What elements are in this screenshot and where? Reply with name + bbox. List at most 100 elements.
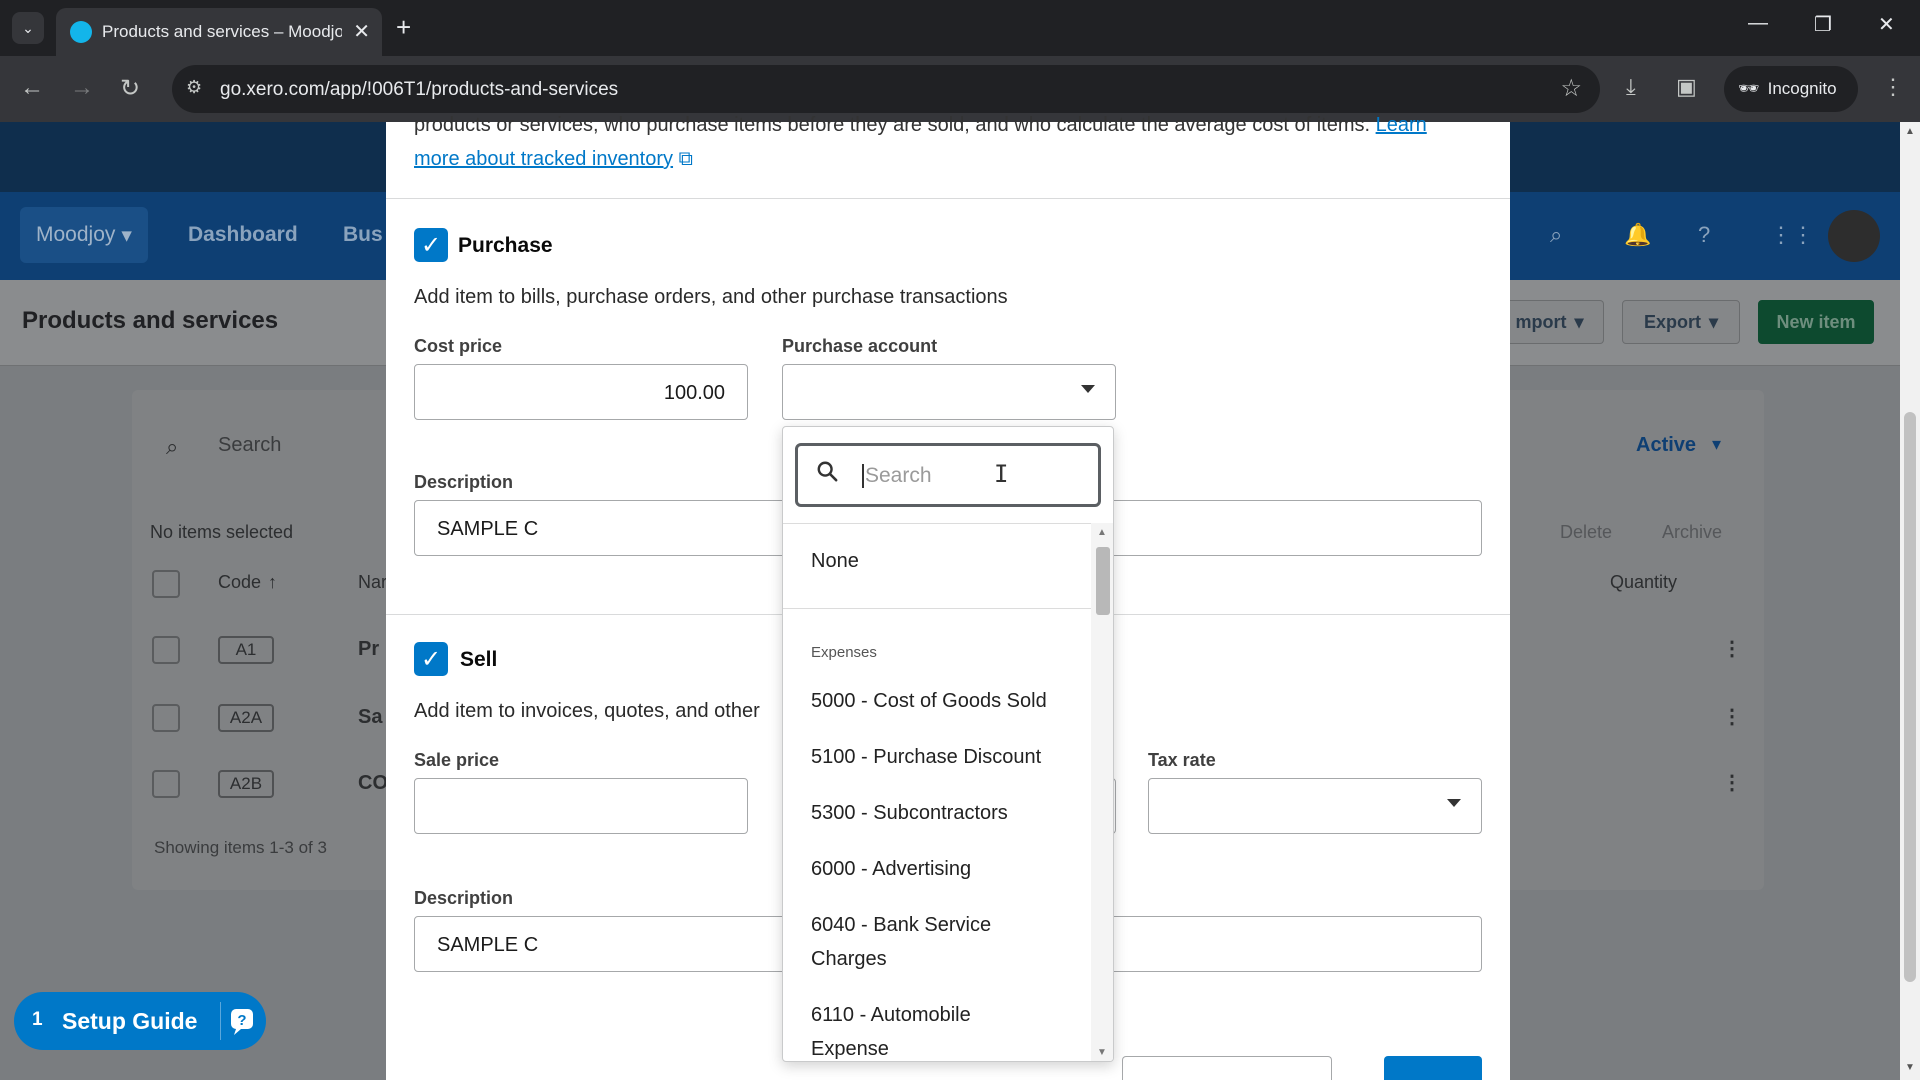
row-checkbox[interactable]: [152, 770, 180, 798]
delete-button[interactable]: Delete: [1560, 522, 1612, 543]
sell-description-label: Description: [414, 888, 514, 908]
tab-search-button[interactable]: ⌄: [12, 12, 44, 44]
download-icon[interactable]: ⤓: [1626, 74, 1636, 100]
new-tab-button[interactable]: +: [396, 12, 411, 43]
row-more-icon[interactable]: ⋮: [1722, 636, 1742, 661]
account-option[interactable]: 5100 - Purchase Discount: [811, 740, 1071, 774]
dropdown-scrollbar[interactable]: ▲ ▼: [1091, 523, 1113, 1061]
scroll-down-icon[interactable]: ▼: [1097, 1047, 1107, 1058]
help-icon[interactable]: ?: [1698, 222, 1710, 248]
import-label: mport: [1515, 311, 1567, 332]
minimize-window-button[interactable]: —: [1748, 12, 1768, 35]
external-link-icon: ⧉: [678, 148, 693, 170]
sell-checkbox[interactable]: ✓: [414, 642, 448, 676]
row-checkbox[interactable]: [152, 704, 180, 732]
bell-icon[interactable]: 🔔: [1624, 222, 1651, 248]
side-panel-icon[interactable]: ▣: [1676, 74, 1697, 100]
row-name[interactable]: CO: [358, 772, 388, 795]
search-icon: [817, 461, 838, 482]
browser-tab-active[interactable]: Products and services – Moodjo ✕: [56, 8, 382, 56]
divider: [220, 1002, 221, 1040]
sale-price-input[interactable]: [414, 778, 748, 834]
browser-tab-bar: ⌄ Products and services – Moodjo ✕ + — ❐…: [0, 0, 1920, 56]
address-bar[interactable]: ⚙ go.xero.com/app/!006T1/products-and-se…: [172, 65, 1600, 113]
tax-rate-select[interactable]: [1148, 778, 1482, 834]
learn-more-link[interactable]: Learn: [1376, 114, 1427, 136]
chevron-down-icon: [1447, 799, 1461, 807]
status-filter[interactable]: Active: [1636, 434, 1696, 457]
page-scroll-thumb[interactable]: [1904, 412, 1916, 982]
secondary-footer-button[interactable]: [1122, 1056, 1332, 1080]
account-option[interactable]: 5000 - Cost of Goods Sold: [811, 684, 1071, 718]
purchase-account-select[interactable]: [782, 364, 1116, 420]
search-icon[interactable]: ⌕: [1550, 222, 1562, 248]
org-name: Moodjoy: [36, 223, 116, 246]
export-button[interactable]: Export ▾: [1622, 300, 1740, 344]
save-button[interactable]: [1384, 1056, 1482, 1080]
row-more-icon[interactable]: ⋮: [1722, 770, 1742, 795]
select-all-checkbox[interactable]: [152, 570, 180, 598]
purchase-checkbox[interactable]: ✓: [414, 228, 448, 262]
search-input[interactable]: Search: [218, 434, 281, 457]
export-label: Export: [1643, 311, 1701, 332]
chevron-down-icon: ▾: [1574, 311, 1584, 332]
sell-description-value: SAMPLE C: [437, 934, 539, 956]
close-tab-icon[interactable]: ✕: [353, 19, 370, 44]
site-settings-icon[interactable]: ⚙: [186, 77, 202, 98]
row-name[interactable]: Pr: [358, 638, 379, 661]
account-search-input[interactable]: Search: [862, 464, 932, 488]
nav-dashboard[interactable]: Dashboard: [188, 223, 298, 247]
row-code: A1: [218, 636, 274, 664]
xero-favicon-icon: [70, 21, 92, 43]
row-more-icon[interactable]: ⋮: [1722, 704, 1742, 729]
divider: [386, 198, 1510, 199]
nav-business[interactable]: Bus: [343, 223, 383, 247]
chevron-down-icon: ▾: [1712, 434, 1722, 454]
close-window-button[interactable]: ✕: [1878, 12, 1895, 37]
reload-icon[interactable]: ↻: [120, 74, 140, 103]
tracked-inventory-link[interactable]: more about tracked inventory: [414, 148, 673, 170]
restore-window-button[interactable]: ❐: [1814, 12, 1832, 37]
bookmark-star-icon[interactable]: ☆: [1560, 74, 1582, 103]
page-scrollbar[interactable]: ▲ ▼: [1900, 122, 1920, 1080]
name-column-header[interactable]: Nar: [358, 572, 387, 593]
dropdown-scroll-thumb[interactable]: [1096, 547, 1110, 615]
cost-price-input[interactable]: 100.00: [414, 364, 748, 420]
account-option-none[interactable]: None: [811, 544, 1071, 578]
import-button[interactable]: mport ▾: [1496, 300, 1604, 344]
check-icon: ✓: [420, 231, 442, 259]
back-arrow-icon[interactable]: ←: [20, 74, 44, 102]
showing-count: Showing items 1-3 of 3: [154, 838, 327, 857]
info-line: products or services, who purchase items…: [414, 114, 1371, 136]
scroll-down-icon[interactable]: ▼: [1905, 1062, 1915, 1073]
account-option[interactable]: 6040 - Bank Service Charges: [811, 908, 1031, 976]
text-cursor-icon: I: [994, 460, 1009, 488]
scroll-up-icon[interactable]: ▲: [1905, 126, 1915, 137]
help-chat-icon[interactable]: ?: [226, 1004, 260, 1038]
purchase-description: Add item to bills, purchase orders, and …: [414, 286, 1008, 308]
group-label-expenses: Expenses: [811, 644, 877, 661]
account-option[interactable]: 6000 - Advertising: [811, 852, 1071, 886]
row-code: A2A: [218, 704, 274, 732]
org-switcher-button[interactable]: Moodjoy ▾: [20, 207, 148, 263]
forward-arrow-icon[interactable]: →: [70, 74, 94, 102]
purchase-description-label: Description: [414, 472, 514, 492]
apps-grid-icon[interactable]: ⋮⋮: [1770, 222, 1814, 248]
setup-guide-button[interactable]: 1 Setup Guide ?: [14, 992, 266, 1050]
tax-rate-label: Tax rate: [1148, 750, 1216, 770]
svg-text:?: ?: [237, 1012, 246, 1029]
account-options-list: None Expenses 5000 - Cost of Goods Sold …: [783, 523, 1091, 1061]
archive-button[interactable]: Archive: [1662, 522, 1722, 543]
browser-menu-icon[interactable]: ⋮: [1882, 74, 1904, 100]
row-checkbox[interactable]: [152, 636, 180, 664]
new-item-button[interactable]: New item: [1758, 300, 1874, 344]
row-name[interactable]: Sa: [358, 706, 382, 729]
account-option[interactable]: 5300 - Subcontractors: [811, 796, 1071, 830]
incognito-indicator[interactable]: 🕶 Incognito: [1724, 66, 1858, 112]
scroll-up-icon[interactable]: ▲: [1097, 527, 1107, 538]
check-icon: ✓: [420, 645, 442, 673]
code-column-header[interactable]: Code: [218, 572, 261, 593]
account-search-field[interactable]: Search I: [795, 443, 1101, 507]
account-option[interactable]: 6110 - Automobile Expense: [811, 998, 1011, 1061]
avatar[interactable]: [1828, 210, 1880, 262]
